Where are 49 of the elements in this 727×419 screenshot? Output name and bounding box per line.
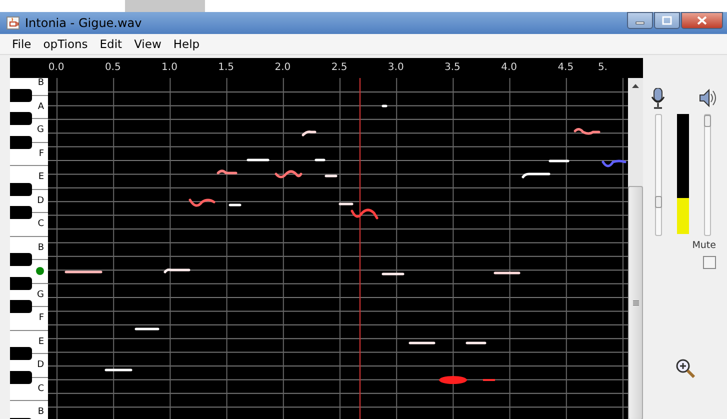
key-label: F	[38, 313, 44, 324]
time-tick-label: 4.0	[500, 61, 518, 75]
key-label: C	[38, 384, 44, 394]
key-label: G	[37, 290, 44, 300]
menu-item[interactable]: Edit	[94, 37, 128, 51]
key-label: D	[37, 360, 44, 370]
coffee-cup-icon	[6, 16, 20, 30]
window-title: Intonia - Gigue.wav	[25, 16, 142, 30]
microphone-icon	[651, 88, 665, 110]
slider-thumb[interactable]	[704, 115, 711, 127]
microphone-slider[interactable]	[655, 114, 662, 236]
volume-slider[interactable]	[704, 114, 711, 236]
key-label: B	[38, 242, 44, 253]
maximize-icon	[662, 16, 672, 25]
key-label: E	[38, 172, 44, 182]
menu-item[interactable]: Help	[167, 37, 206, 51]
mute-label: Mute	[692, 240, 716, 251]
key-label: B	[38, 407, 44, 418]
key-label: E	[38, 336, 44, 347]
grip-icon	[632, 300, 638, 306]
zoom-in-icon[interactable]	[675, 358, 695, 378]
key-label: C	[38, 219, 44, 230]
time-tick-label: 0.0	[47, 61, 66, 75]
key-label: F	[38, 148, 44, 159]
time-tick-label: 5.	[596, 61, 608, 75]
time-tick-label: 4.5	[556, 61, 575, 75]
mute-checkbox[interactable]	[703, 256, 716, 269]
vertical-scrollbar[interactable]	[628, 78, 643, 419]
key-label: D	[37, 196, 44, 206]
key-label: G	[37, 125, 44, 136]
speaker-icon	[699, 88, 717, 108]
close-button[interactable]	[681, 12, 723, 29]
time-tick-label: 2.5	[330, 61, 348, 75]
time-tick-label: 1.5	[217, 61, 236, 75]
time-tick-label: 3.0	[386, 61, 405, 75]
menu-item[interactable]: File	[6, 37, 38, 51]
time-tick-label: 2.0	[274, 61, 292, 75]
time-tick-label: 3.5	[444, 61, 462, 75]
scroll-up-icon[interactable]	[632, 84, 639, 88]
maximize-button[interactable]	[654, 12, 680, 29]
key-label: B	[38, 78, 44, 88]
minimize-button[interactable]	[627, 12, 653, 29]
key-label: A	[38, 102, 44, 112]
menu-item[interactable]: View	[128, 37, 168, 51]
time-tick-label: 1.0	[160, 61, 178, 75]
slider-thumb[interactable]	[655, 196, 662, 208]
close-icon	[697, 16, 707, 25]
time-tick-label: 0.5	[104, 61, 122, 75]
menu-item[interactable]: opTions	[37, 37, 94, 51]
